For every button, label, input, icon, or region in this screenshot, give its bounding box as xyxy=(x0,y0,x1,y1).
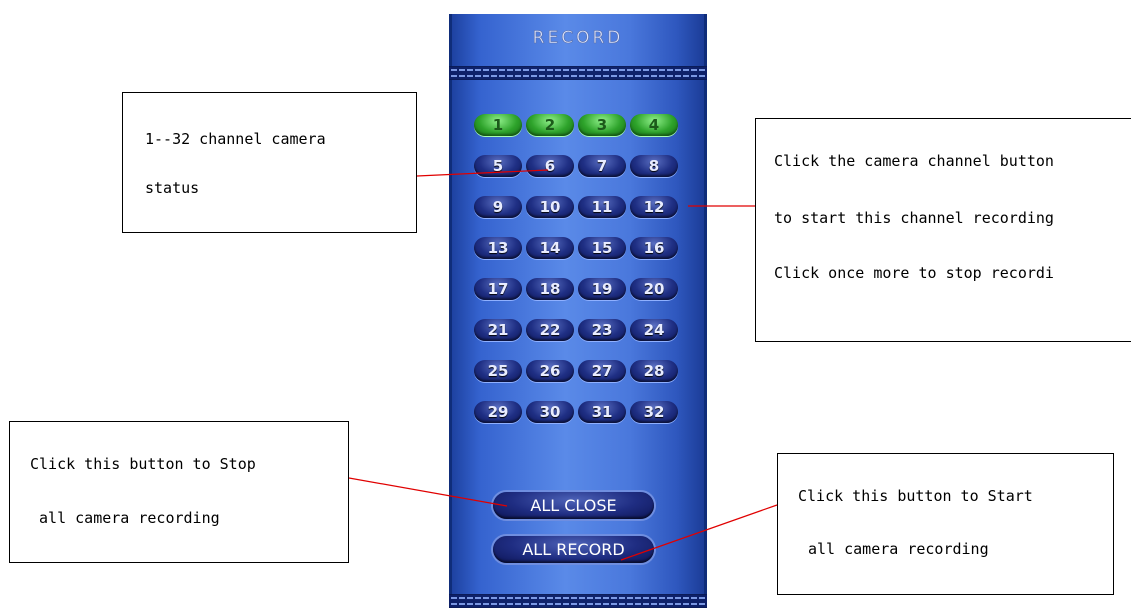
callout-text-line: Click once more to stop recordi xyxy=(774,264,1054,282)
callout-stop-all: Click this button to Stop all camera rec… xyxy=(9,421,349,563)
channel-20-button[interactable]: 20 xyxy=(630,278,678,300)
all-record-button[interactable]: ALL RECORD xyxy=(493,536,654,563)
channel-32-button[interactable]: 32 xyxy=(630,401,678,423)
panel-title: RECORD xyxy=(532,28,624,49)
decorative-border-bottom xyxy=(449,594,707,608)
channel-4-button[interactable]: 4 xyxy=(630,114,678,136)
callout-text-line: Click this button to Stop xyxy=(30,455,256,473)
callout-channel-status: 1--32 channel camera status xyxy=(122,92,417,233)
channel-5-button[interactable]: 5 xyxy=(474,155,522,177)
callout-text-line: 1--32 channel camera xyxy=(145,130,326,148)
channel-12-button[interactable]: 12 xyxy=(630,196,678,218)
channel-14-button[interactable]: 14 xyxy=(526,237,574,259)
callout-text-line: all camera recording xyxy=(808,540,989,558)
panel-right-edge xyxy=(704,14,707,608)
channel-29-button[interactable]: 29 xyxy=(474,401,522,423)
callout-text-line: status xyxy=(145,179,200,197)
channel-30-button[interactable]: 30 xyxy=(526,401,574,423)
callout-text-line: Click the camera channel button xyxy=(774,152,1054,170)
callout-start-all: Click this button to Start all camera re… xyxy=(777,453,1114,595)
channel-23-button[interactable]: 23 xyxy=(578,319,626,341)
callout-text-line: all camera recording xyxy=(30,509,220,527)
channel-1-button[interactable]: 1 xyxy=(474,114,522,136)
channel-13-button[interactable]: 13 xyxy=(474,237,522,259)
callout-text-line: to start this channel recording xyxy=(774,209,1054,227)
decorative-border-top xyxy=(449,66,707,80)
channel-2-button[interactable]: 2 xyxy=(526,114,574,136)
channel-27-button[interactable]: 27 xyxy=(578,360,626,382)
channel-8-button[interactable]: 8 xyxy=(630,155,678,177)
panel-left-edge xyxy=(449,14,452,608)
channel-22-button[interactable]: 22 xyxy=(526,319,574,341)
callout-text-line: Click this button to Start xyxy=(798,487,1033,505)
channel-15-button[interactable]: 15 xyxy=(578,237,626,259)
channel-9-button[interactable]: 9 xyxy=(474,196,522,218)
channel-16-button[interactable]: 16 xyxy=(630,237,678,259)
record-panel: RECORD 1 2 3 4 5 6 7 8 9 10 11 12 13 14 15 16 17 18 19 20 21… xyxy=(449,14,707,608)
callout-channel-button: Click the camera channel button to start… xyxy=(755,118,1131,342)
channel-11-button[interactable]: 11 xyxy=(578,196,626,218)
channel-28-button[interactable]: 28 xyxy=(630,360,678,382)
channel-7-button[interactable]: 7 xyxy=(578,155,626,177)
channel-19-button[interactable]: 19 xyxy=(578,278,626,300)
channel-31-button[interactable]: 31 xyxy=(578,401,626,423)
channel-button-grid: 1 2 3 4 5 6 7 8 9 10 11 12 13 14 15 16 17 18 19 20 21 22 23 24 2… xyxy=(474,114,679,423)
all-close-button[interactable]: ALL CLOSE xyxy=(493,492,654,519)
channel-6-button[interactable]: 6 xyxy=(526,155,574,177)
channel-26-button[interactable]: 26 xyxy=(526,360,574,382)
channel-21-button[interactable]: 21 xyxy=(474,319,522,341)
channel-3-button[interactable]: 3 xyxy=(578,114,626,136)
channel-25-button[interactable]: 25 xyxy=(474,360,522,382)
channel-24-button[interactable]: 24 xyxy=(630,319,678,341)
channel-18-button[interactable]: 18 xyxy=(526,278,574,300)
channel-10-button[interactable]: 10 xyxy=(526,196,574,218)
channel-17-button[interactable]: 17 xyxy=(474,278,522,300)
